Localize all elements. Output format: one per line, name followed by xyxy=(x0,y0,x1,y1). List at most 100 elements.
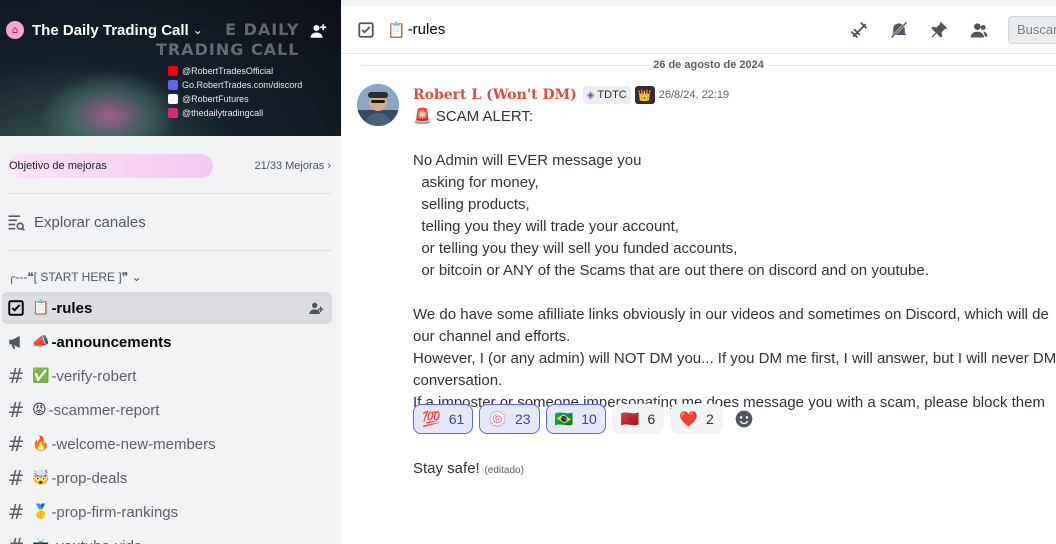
channel-title: -rules xyxy=(407,21,446,38)
search-input[interactable]: Buscar xyxy=(1008,16,1056,44)
banner-socials: @RobertTradesOfficial Go.RobertTrades.com… xyxy=(168,64,302,120)
text-channel-hash-icon: # xyxy=(7,364,25,388)
reaction-button[interactable]: 🇧🇷 10 xyxy=(545,404,606,434)
message-line-text: No Admin will EVER message you xyxy=(413,152,642,169)
message-line xyxy=(413,128,1053,150)
text-channel-hash-icon: # xyxy=(7,432,25,456)
boost-goal[interactable]: Objetivo de mejoras 21/33 Mejoras › xyxy=(0,136,341,194)
server-header[interactable]: ⌂ The Daily Trading Call ⌄ xyxy=(0,0,341,60)
browse-channels[interactable]: Explorar canales xyxy=(6,210,146,234)
message-line: asking for money, xyxy=(413,172,1053,194)
reaction-count: 23 xyxy=(514,411,531,427)
invite-people-icon[interactable] xyxy=(309,22,327,40)
message-line: or telling you they will sell you funded… xyxy=(413,238,1053,260)
mute-notifications-button[interactable] xyxy=(888,19,910,41)
reaction-emoji: ❤️ xyxy=(679,410,698,428)
pin-icon xyxy=(931,21,948,38)
divider-line xyxy=(767,64,1056,66)
message-line-text: or telling you they will sell you funded… xyxy=(413,240,738,257)
text-channel-hash-icon: # xyxy=(7,500,25,524)
social-link: @RobertFutures xyxy=(168,92,302,106)
social-text: @thedailytradingcall xyxy=(182,108,264,118)
reaction-button[interactable]: 🍥 23 xyxy=(479,404,540,434)
message-line: 🚨 SCAM ALERT: xyxy=(413,106,1053,128)
channel-emoji: 😡 xyxy=(32,402,47,418)
rules-channel-icon xyxy=(6,298,26,318)
reactions-bar: 💯 61 🍥 23 🇧🇷 10 🇲🇦 6 ❤️ 2 xyxy=(413,404,759,434)
message-line-text: conversation. xyxy=(413,372,503,389)
message-line: Stay safe! (editado) xyxy=(413,458,1053,480)
message-line: conversation. xyxy=(413,370,1053,392)
message-line: However, I (or any admin) will NOT DM yo… xyxy=(413,348,1056,370)
channel-name: -youtube-vids xyxy=(51,538,141,544)
message-line-text: We do have some afilliate links obviousl… xyxy=(413,306,1049,323)
channel-item-welcome-new-members[interactable]: # 🔥 -welcome-new-members xyxy=(2,428,332,460)
reaction-count: 6 xyxy=(647,411,656,427)
channel-item-prop-firm-rankings[interactable]: # 🥇 -prop-firm-rankings xyxy=(2,496,332,528)
notifications-muted-icon xyxy=(890,21,908,39)
channel-emoji: 📋 xyxy=(387,20,406,39)
message-line: our channel and efforts. xyxy=(413,326,1053,348)
server-tag[interactable]: ◈ TDTC xyxy=(582,86,631,104)
channel-item-prop-deals[interactable]: # 🤯 -prop-deals xyxy=(2,462,332,494)
announcement-channel-icon xyxy=(6,332,26,352)
message-line-text: or bitcoin or ANY of the Scams that are … xyxy=(413,262,929,279)
author-name[interactable]: Robert L (Won't DM) xyxy=(413,87,577,103)
reaction-emoji: 🇲🇦 xyxy=(620,410,640,428)
social-link: Go.RobertTrades.com/discord xyxy=(168,78,302,92)
reaction-count: 2 xyxy=(705,411,714,427)
channel-name: -welcome-new-members xyxy=(51,435,216,453)
reaction-count: 10 xyxy=(581,411,597,427)
reaction-button[interactable]: ❤️ 2 xyxy=(670,404,723,434)
threads-icon xyxy=(850,21,868,39)
reaction-emoji: 🍥 xyxy=(488,410,507,428)
message-line: We do have some afilliate links obviousl… xyxy=(413,304,1053,326)
pinned-messages-button[interactable] xyxy=(928,19,950,41)
divider xyxy=(8,193,332,194)
social-icon xyxy=(168,108,178,118)
social-icon xyxy=(168,94,178,104)
message-timestamp: 26/8/24, 22:19 xyxy=(658,89,730,101)
channel-item-announcements[interactable]: 📣 -announcements xyxy=(2,326,332,358)
reaction-count: 61 xyxy=(448,411,465,427)
social-link: @RobertTradesOfficial xyxy=(168,64,302,78)
channel-emoji: 🔥 xyxy=(32,436,50,452)
reaction-emoji: 🇧🇷 xyxy=(554,410,574,428)
browse-channels-label: Explorar canales xyxy=(34,213,146,231)
reaction-button[interactable]: 💯 61 xyxy=(413,404,474,434)
channel-item-scammer-report[interactable]: # 😡 -scammer-report xyxy=(2,394,332,426)
avatar[interactable] xyxy=(357,84,399,126)
avatar-image xyxy=(357,84,399,126)
server-sidebar: E DAILY TRADING CALL @RobertTradesOffici… xyxy=(0,0,341,544)
message-line-text: telling you they will trade your account… xyxy=(413,218,679,235)
social-text: Go.RobertTrades.com/discord xyxy=(182,80,303,90)
member-list-button[interactable] xyxy=(968,19,990,41)
channel-emoji: 🥇 xyxy=(32,504,50,520)
channel-emoji: ✅ xyxy=(32,368,50,384)
channel-emoji: 🤯 xyxy=(32,470,50,486)
add-reaction-button[interactable] xyxy=(729,404,759,434)
channel-item-verify-robert[interactable]: # ✅ -verify-robert xyxy=(2,360,332,392)
chevron-down-icon[interactable]: ⌄ xyxy=(193,23,203,37)
channel-item-youtube-vids[interactable]: # 📺-youtube-vids xyxy=(2,530,332,544)
reaction-button[interactable]: 🇲🇦 6 xyxy=(611,404,665,434)
message-line xyxy=(413,282,1053,304)
channel-emoji: 📣 xyxy=(32,334,50,350)
invite-to-channel-icon[interactable] xyxy=(308,300,324,316)
social-link: @thedailytradingcall xyxy=(168,106,302,120)
text-channel-hash-icon: # xyxy=(6,534,26,544)
tag-icon: ◈ xyxy=(586,89,595,101)
channel-category[interactable]: ╭---❝[ START HERE ]❞ ⌄ xyxy=(8,270,142,284)
edited-label: (editado) xyxy=(481,465,524,476)
channel-item-rules[interactable]: 📋 -rules xyxy=(2,292,332,324)
channel-name: -scammer-report xyxy=(48,401,160,419)
divider xyxy=(8,250,332,251)
boost-progress[interactable]: Objetivo de mejoras 21/33 Mejoras › xyxy=(8,154,331,178)
message-line-text: our channel and efforts. xyxy=(413,328,571,345)
threads-button[interactable] xyxy=(848,19,870,41)
social-text: @RobertTradesOfficial xyxy=(182,66,274,76)
message-line: or bitcoin or ANY of the Scams that are … xyxy=(413,260,1053,282)
message-line xyxy=(413,436,1053,458)
server-home-icon: ⌂ xyxy=(6,21,24,39)
message-line-text: selling products, xyxy=(413,196,530,213)
